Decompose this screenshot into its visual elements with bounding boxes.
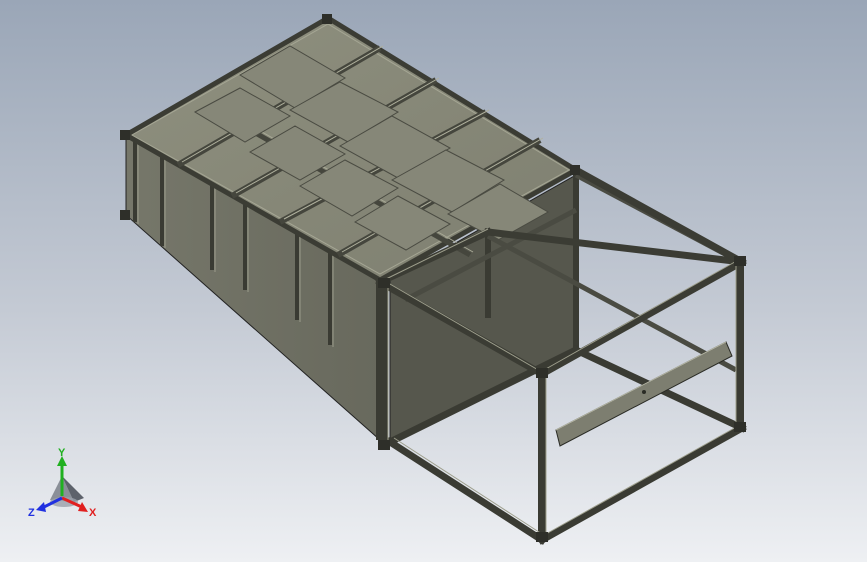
coordinate-triad[interactable]: Y X Z [22, 446, 112, 526]
y-axis-label: Y [58, 447, 66, 459]
z-axis-label: Z [28, 507, 35, 519]
x-axis-label: X [89, 507, 97, 519]
enclosure-box[interactable] [124, 15, 581, 442]
cad-model-view[interactable] [0, 0, 867, 562]
frame-cross-beam [555, 341, 733, 447]
graphics-viewport[interactable]: Y X Z [0, 0, 867, 562]
